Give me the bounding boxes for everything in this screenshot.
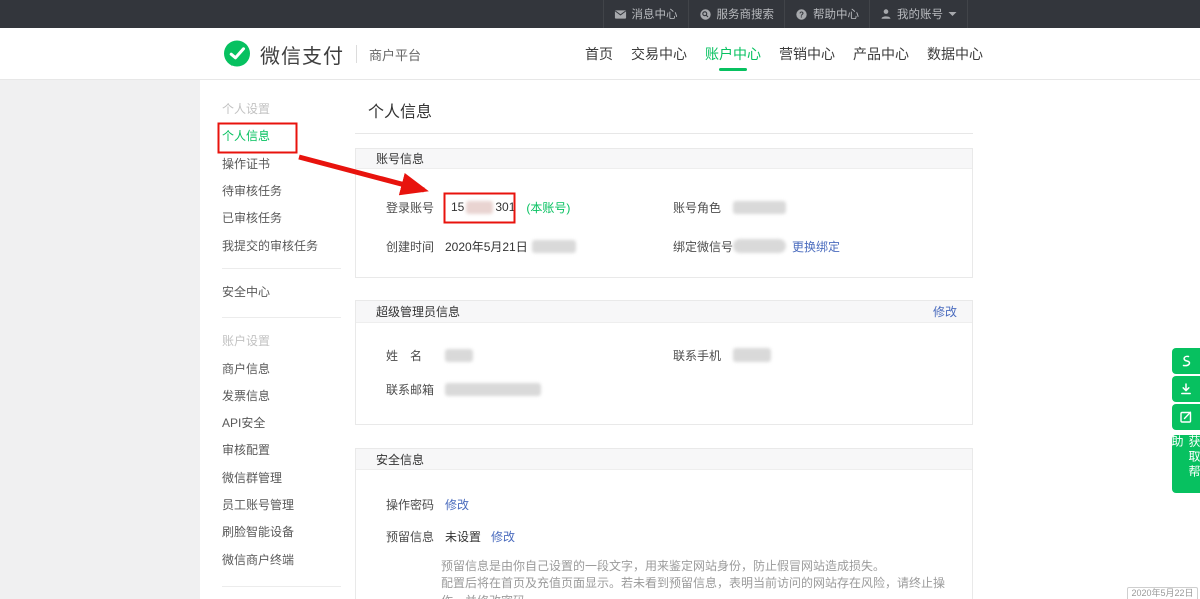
portal-label: 商户平台 [369, 45, 421, 64]
sidebar-item-api-security[interactable]: API安全 [200, 409, 345, 436]
sidebar-group-account-settings: 账户设置 [200, 327, 345, 354]
page-title: 个人信息 [368, 98, 432, 122]
wechat-pay-logo-icon [222, 39, 252, 69]
header: 微信支付 商户平台 首页 交易中心 账户中心 营销中心 产品中心 数据中心 [0, 28, 1200, 80]
sidebar-item-personal-info[interactable]: 个人信息 [200, 122, 345, 149]
sidebar: 个人设置 个人信息 操作证书 待审核任务 已审核任务 我提交的审核任务 安全中心… [200, 80, 345, 596]
nav-item-data-center[interactable]: 数据中心 [926, 28, 984, 80]
redacted-login-middle [466, 201, 493, 214]
operation-password-edit-link[interactable]: 修改 [445, 496, 469, 513]
created-time-label: 创建时间 [386, 238, 445, 255]
sidebar-item-wechat-group-management[interactable]: 微信群管理 [200, 464, 345, 491]
sidebar-divider [222, 317, 341, 318]
sidebar-item-operation-certificate[interactable]: 操作证书 [200, 150, 345, 177]
account-info-header: 账号信息 [376, 150, 424, 167]
mail-icon [614, 8, 627, 21]
login-account-label: 登录账号 [386, 199, 445, 216]
sidebar-divider [222, 268, 341, 269]
sidebar-item-review-config[interactable]: 审核配置 [200, 436, 345, 463]
security-info-header: 安全信息 [376, 451, 424, 468]
date-tooltip: 2020年5月22日 [1127, 587, 1198, 599]
my-account-label: 我的账号 [897, 6, 943, 22]
reserved-info-label: 预留信息 [386, 528, 445, 545]
help-center-label: 帮助中心 [813, 6, 859, 22]
redacted-admin-name [445, 349, 473, 362]
floating-help-widget: 获取帮助 [1172, 348, 1200, 493]
get-help-button[interactable]: 获取帮助 [1172, 435, 1200, 493]
s-link-icon [1179, 354, 1193, 368]
account-info-card: 账号信息 登录账号 15 301 (本账号) [355, 148, 973, 278]
current-account-note: (本账号) [526, 199, 570, 216]
help-center-item[interactable]: ? 帮助中心 [784, 0, 869, 28]
super-admin-header: 超级管理员信息 [376, 303, 460, 320]
download-icon [1179, 382, 1193, 396]
quick-link-button[interactable] [1172, 348, 1200, 374]
brand: 微信支付 商户平台 [222, 28, 421, 80]
change-binding-link[interactable]: 更换绑定 [792, 238, 840, 255]
svg-text:?: ? [799, 10, 804, 19]
sidebar-item-face-smart-device[interactable]: 刷脸智能设备 [200, 518, 345, 545]
nav-item-account-center[interactable]: 账户中心 [704, 28, 762, 80]
admin-name-label: 姓 名 [386, 347, 445, 364]
redacted-contact-email [445, 383, 541, 396]
account-role-label: 账号角色 [673, 199, 733, 216]
user-icon [880, 8, 892, 20]
sidebar-item-staff-account-management[interactable]: 员工账号管理 [200, 491, 345, 518]
message-center-item[interactable]: 消息中心 [603, 0, 688, 28]
bound-wechat-label: 绑定微信号 [673, 238, 733, 255]
feedback-edit-icon [1179, 410, 1193, 424]
sidebar-item-security-center[interactable]: 安全中心 [200, 278, 345, 305]
contact-email-label: 联系邮箱 [386, 381, 445, 398]
help-icon: ? [795, 8, 808, 21]
service-provider-search-item[interactable]: 服务商搜索 [688, 0, 785, 28]
nav-item-transaction-center[interactable]: 交易中心 [630, 28, 688, 80]
redacted-wechat-id [733, 239, 786, 253]
redacted-contact-phone [733, 348, 771, 362]
brand-name: 微信支付 [260, 40, 344, 69]
redacted-account-role [733, 201, 786, 214]
super-admin-card: 超级管理员信息 修改 姓 名 联系手机 联系邮箱 [355, 300, 973, 425]
created-time-value: 2020年5月21日 [445, 238, 528, 255]
operation-password-label: 操作密码 [386, 496, 445, 513]
my-account-item[interactable]: 我的账号 [869, 0, 968, 28]
sidebar-item-wechat-merchant-terminal[interactable]: 微信商户终端 [200, 545, 345, 572]
caret-down-icon [948, 11, 957, 17]
sidebar-group-personal-settings: 个人设置 [200, 95, 345, 122]
nav-item-marketing-center[interactable]: 营销中心 [778, 28, 836, 80]
sidebar-item-reviewed-tasks[interactable]: 已审核任务 [200, 204, 345, 231]
feedback-button[interactable] [1172, 404, 1200, 430]
nav-item-home[interactable]: 首页 [584, 28, 614, 80]
service-provider-search-label: 服务商搜索 [717, 6, 775, 22]
reserved-info-status: 未设置 [445, 528, 481, 545]
message-center-label: 消息中心 [632, 6, 678, 22]
sidebar-item-invoice-info[interactable]: 发票信息 [200, 382, 345, 409]
topbar-items: 消息中心 服务商搜索 ? 帮助中心 [603, 0, 969, 28]
primary-nav: 首页 交易中心 账户中心 营销中心 产品中心 数据中心 [584, 28, 984, 80]
download-button[interactable] [1172, 376, 1200, 402]
topbar: 消息中心 服务商搜索 ? 帮助中心 [0, 0, 1200, 28]
sidebar-item-merchant-info[interactable]: 商户信息 [200, 354, 345, 381]
reserved-info-description: 预留信息是由你自己设置的一段文字，用来鉴定网站身份，防止假冒网站造成损失。 配置… [441, 558, 966, 599]
sidebar-divider [222, 586, 341, 587]
login-account-value: 15 301 [445, 194, 521, 220]
reserved-info-edit-link[interactable]: 修改 [491, 528, 515, 545]
page: 消息中心 服务商搜索 ? 帮助中心 [0, 0, 1200, 599]
nav-item-product-center[interactable]: 产品中心 [852, 28, 910, 80]
security-info-card: 安全信息 操作密码 修改 预留信息 未设置 修改 预留 [355, 448, 973, 599]
search-icon [699, 8, 712, 21]
sidebar-item-my-submitted-review-tasks[interactable]: 我提交的审核任务 [200, 231, 345, 258]
super-admin-edit-link[interactable]: 修改 [933, 303, 957, 320]
redacted-created-time [532, 240, 576, 253]
brand-separator [356, 45, 357, 63]
sidebar-item-pending-review-tasks[interactable]: 待审核任务 [200, 177, 345, 204]
contact-phone-label: 联系手机 [673, 347, 733, 364]
title-rule [355, 133, 973, 134]
